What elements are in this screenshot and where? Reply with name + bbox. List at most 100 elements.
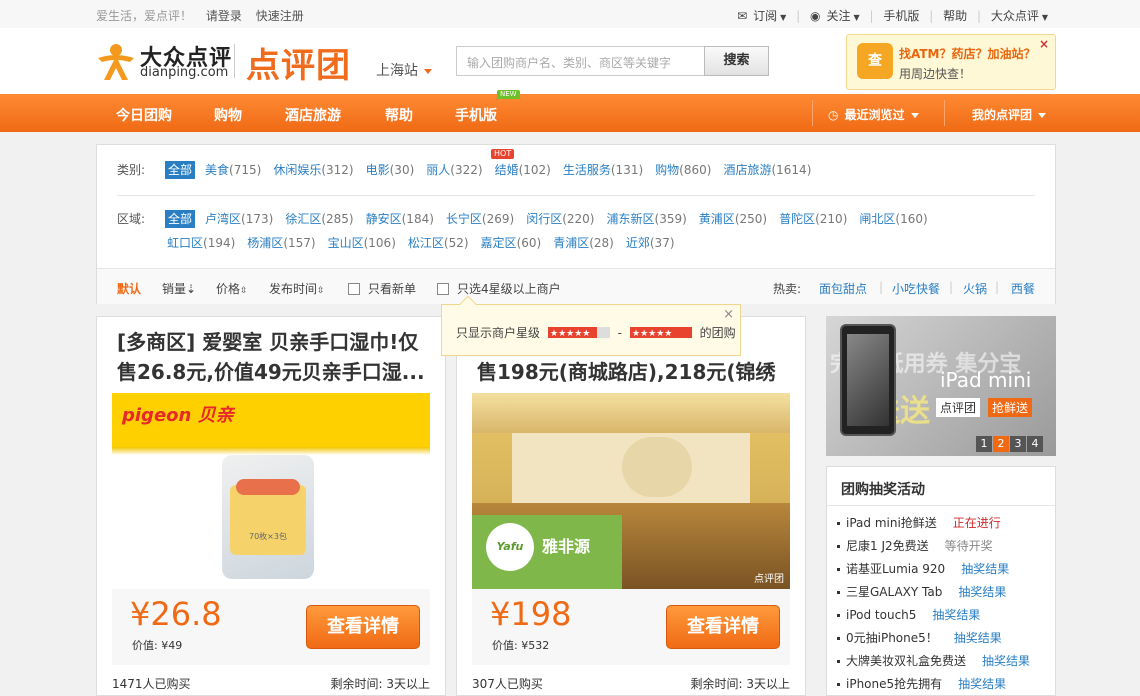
login-link[interactable]: 请登录 [206,9,242,23]
lottery-item[interactable]: iPad mini抢鲜送 正在进行 [837,514,1001,531]
lottery-item[interactable]: 大牌美妆双礼盒免费送 抽奖结果 [837,652,1030,669]
follow-link[interactable]: 关注 [827,9,851,23]
district-item[interactable]: 黄浦区(250) [699,212,767,226]
district-item[interactable]: 近郊(37) [626,236,675,250]
sort-default[interactable]: 默认 [117,280,141,297]
district-item[interactable]: 宝山区(106) [328,236,396,250]
nav-hotel-travel[interactable]: 酒店旅游 [285,105,341,125]
close-icon[interactable]: × [1039,37,1049,51]
pager-dot[interactable]: 3 [1010,436,1026,452]
lottery-item-status[interactable]: 抽奖结果 [961,562,1009,576]
lottery-item-status[interactable]: 等待开奖 [945,539,993,553]
dianping-link[interactable]: 大众点评 [991,9,1039,23]
lottery-item[interactable]: iPod touch5 抽奖结果 [837,606,980,623]
category-item[interactable]: 酒店旅游(1614) [723,163,811,177]
lottery-item-status[interactable]: 抽奖结果 [982,654,1030,668]
register-link[interactable]: 快速注册 [256,9,304,23]
lottery-item[interactable]: 三星GALAXY Tab 抽奖结果 [837,583,1006,600]
district-item[interactable]: 普陀区(210) [779,212,847,226]
hot-item[interactable]: 火锅 [963,280,987,297]
ipad-mini-banner[interactable]: 完美 抵用券 集分宝 送送送 iPad mini 点评团 抢鲜送 1234 [826,316,1056,456]
deal-card[interactable]: 售198元(商城路店),218元(锦绣坊 Yafu 雅非源 点评团 ¥198 价… [456,316,806,696]
nav-today[interactable]: 今日团购 [116,105,172,125]
mail-icon: ✉ [737,9,748,23]
district-item[interactable]: 闸北区(160) [859,212,927,226]
hot-item[interactable]: 西餐 [1011,280,1035,297]
lottery-item-status[interactable]: 抽奖结果 [954,631,1002,645]
view-details-button[interactable]: 查看详情 [306,605,420,649]
deal-title[interactable]: [多商区] 爱婴室 贝亲手口湿巾!仅售26.8元,价值49元贝亲手口湿... [117,327,435,389]
district-item[interactable]: 徐汇区(285) [285,212,353,226]
promo-title[interactable]: 找ATM？药店？加油站？ [899,45,1035,62]
pager-dot[interactable]: 2 [993,436,1009,452]
district-item[interactable]: 青浦区(28) [553,236,614,250]
lottery-item-name[interactable]: iPad mini抢鲜送 [846,516,937,530]
district-all[interactable]: 全部 [165,210,196,228]
category-item[interactable]: 结婚(102) [495,163,551,177]
lottery-item-name[interactable]: 诺基亚Lumia 920 [846,562,945,576]
district-item[interactable]: 长宁区(269) [446,212,514,226]
four-star-checkbox[interactable] [437,283,449,295]
four-star-filter[interactable]: 只选4星级以上商户 [437,280,561,297]
lottery-item[interactable]: 诺基亚Lumia 920 抽奖结果 [837,560,1009,577]
lottery-item[interactable]: iPhone5抢先拥有 抽奖结果 [837,675,1006,692]
pager-dot[interactable]: 1 [976,436,992,452]
deal-title[interactable]: 售198元(商城路店),218元(锦绣坊 [477,357,795,389]
sort-time[interactable]: 发布时间⇳ [269,280,325,297]
lottery-item-name[interactable]: iPhone5抢先拥有 [846,677,942,691]
lottery-item-name[interactable]: 大牌美妆双礼盒免费送 [846,654,966,668]
district-item[interactable]: 浦东新区(359) [607,212,687,226]
lottery-item[interactable]: 0元抽iPhone5！ 抽奖结果 [837,629,1002,646]
district-item[interactable]: 松江区(52) [408,236,469,250]
category-item[interactable]: 休闲娱乐(312) [273,163,353,177]
lottery-item-name[interactable]: 尼康1 J2免费送 [846,539,929,553]
district-item[interactable]: 静安区(184) [366,212,434,226]
nav-shopping[interactable]: 购物 [214,105,242,125]
subscribe-link[interactable]: 订阅 [753,9,777,23]
bought-count: 1471人已购买 [112,677,191,691]
close-icon[interactable]: × [723,307,734,322]
view-details-button[interactable]: 查看详情 [666,605,780,649]
category-item[interactable]: 生活服务(131) [563,163,643,177]
district-item[interactable]: 虹口区(194) [167,236,235,250]
promo-popup[interactable]: 查 找ATM？药店？加油站？ 用周边快查！ × [846,34,1056,90]
category-item[interactable]: 电影(30) [366,163,415,177]
new-only-filter[interactable]: 只看新单 [348,280,416,297]
logo-icon[interactable] [96,42,136,82]
lottery-item[interactable]: 尼康1 J2免费送 等待开奖 [837,537,993,554]
hot-item[interactable]: 小吃快餐 [892,280,940,297]
sort-sales[interactable]: 销量⇣ [162,280,196,297]
lottery-item-name[interactable]: 三星GALAXY Tab [846,585,942,599]
search-button[interactable]: 搜索 [704,46,769,76]
sort-price[interactable]: 价格⇳ [216,280,248,297]
mobile-link[interactable]: 手机版 [883,9,919,23]
new-only-checkbox[interactable] [348,283,360,295]
lottery-item-status[interactable]: 抽奖结果 [958,677,1006,691]
category-item[interactable]: 丽人(322) [426,163,482,177]
help-link[interactable]: 帮助 [943,9,967,23]
pager-dot[interactable]: 4 [1027,436,1043,452]
category-item[interactable]: 美食(715) [205,163,261,177]
deal-card[interactable]: [多商区] 爱婴室 贝亲手口湿巾!仅售26.8元,价值49元贝亲手口湿... p… [96,316,446,696]
district-item[interactable]: 卢湾区(173) [205,212,273,226]
nav-mobile[interactable]: 手机版 [455,105,497,125]
district-item[interactable]: 闵行区(220) [526,212,594,226]
city-selector[interactable]: 上海站 [376,60,432,80]
search-input[interactable]: 输入团购商户名、类别、商区等关键字 [456,46,706,76]
lottery-item-status[interactable]: 正在进行 [953,516,1001,530]
lottery-item-name[interactable]: iPod touch5 [846,608,916,622]
recent-viewed[interactable]: ◷ 最近浏览过 [828,106,919,123]
deal-image[interactable]: Yafu 雅非源 点评团 [472,393,790,589]
category-all[interactable]: 全部 [165,161,196,179]
category-item[interactable]: 购物(860) [655,163,711,177]
lottery-item-status[interactable]: 抽奖结果 [932,608,980,622]
district-item[interactable]: 嘉定区(60) [481,236,542,250]
deal-image[interactable]: pigeon 贝亲 70枚×3包 [112,393,430,589]
lottery-item-status[interactable]: 抽奖结果 [958,585,1006,599]
district-item[interactable]: 杨浦区(157) [247,236,315,250]
nav-help[interactable]: 帮助 [385,105,413,125]
hot-item[interactable]: 面包甜点 [819,280,867,297]
logo-tuan[interactable]: 点评团 [246,38,351,87]
my-dianping-tuan[interactable]: 我的点评团 [972,106,1047,123]
lottery-item-name[interactable]: 0元抽iPhone5！ [846,631,938,645]
